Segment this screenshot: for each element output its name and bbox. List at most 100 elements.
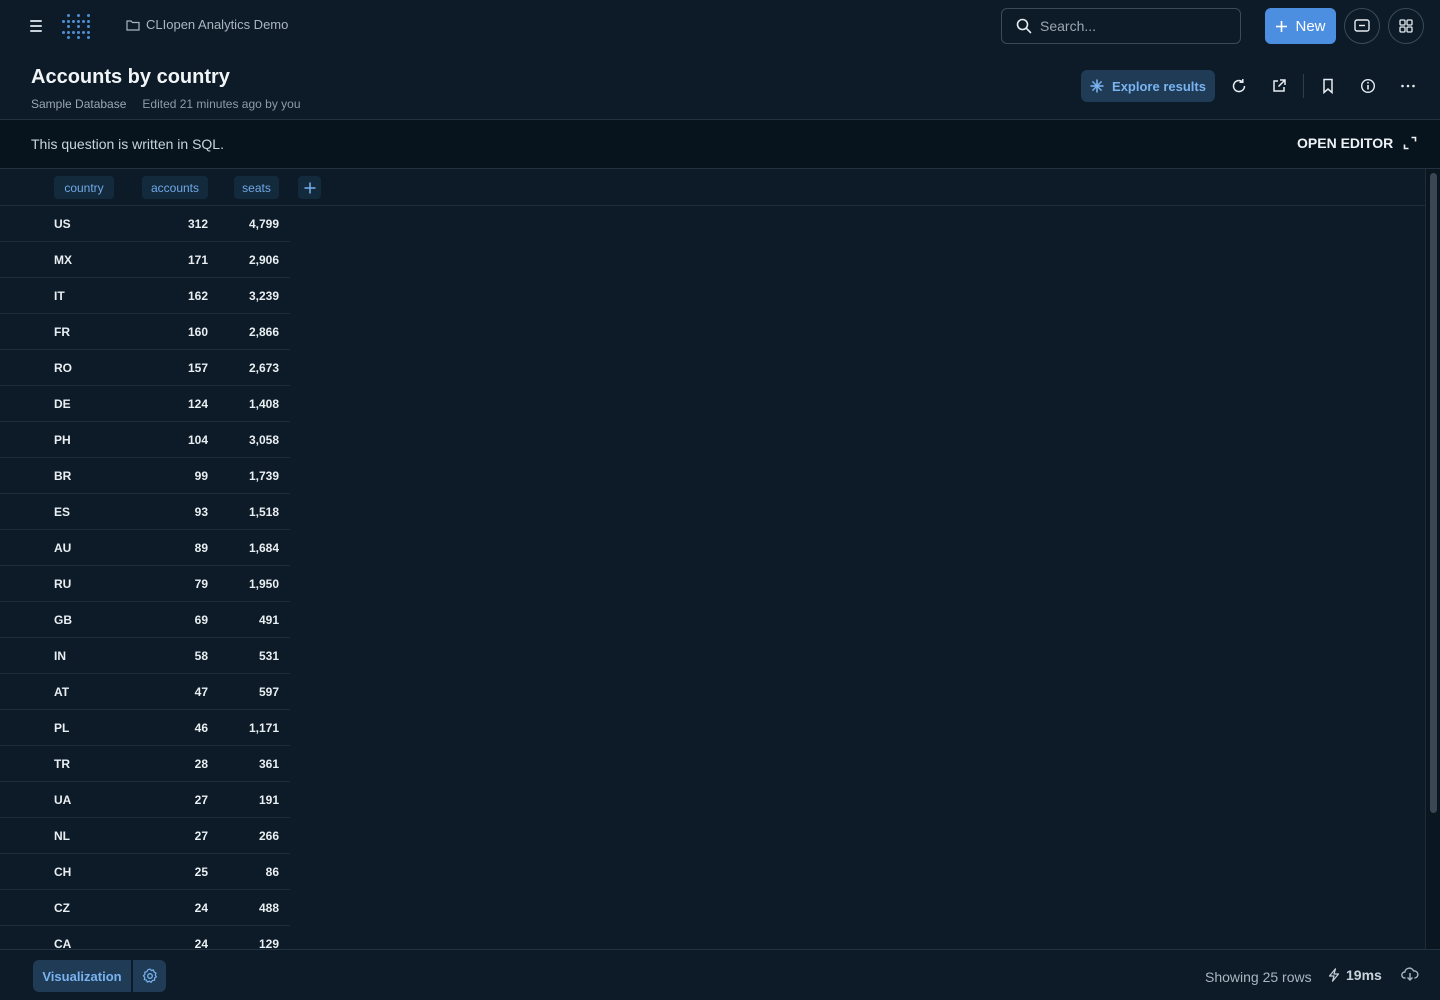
cell-country[interactable]: AT: [54, 685, 69, 699]
refresh-button[interactable]: [1229, 76, 1249, 96]
info-button[interactable]: [1358, 76, 1378, 96]
cell-seats[interactable]: 488: [259, 901, 279, 915]
cell-accounts[interactable]: 28: [195, 757, 208, 771]
cell-accounts[interactable]: 93: [195, 505, 208, 519]
cell-accounts[interactable]: 160: [188, 325, 208, 339]
cell-country[interactable]: CZ: [54, 901, 70, 915]
table-row: AU 89 1,684: [0, 530, 290, 566]
cell-country[interactable]: UA: [54, 793, 71, 807]
cell-seats[interactable]: 4,799: [249, 217, 279, 231]
visualization-button[interactable]: Visualization: [33, 960, 131, 992]
cell-accounts[interactable]: 79: [195, 577, 208, 591]
cell-country[interactable]: DE: [54, 397, 71, 411]
cell-seats[interactable]: 1,739: [249, 469, 279, 483]
download-button[interactable]: [1401, 966, 1419, 987]
cell-seats[interactable]: 2,906: [249, 253, 279, 267]
cell-country[interactable]: CA: [54, 937, 71, 949]
column-header-seats[interactable]: seats: [234, 176, 279, 199]
cell-accounts[interactable]: 162: [188, 289, 208, 303]
cell-accounts[interactable]: 46: [195, 721, 208, 735]
table-body: US 312 4,799 MX 171 2,906 IT 162 3,239 FR 160 2,866…: [0, 206, 290, 949]
share-button[interactable]: [1269, 76, 1289, 96]
cell-seats[interactable]: 2,673: [249, 361, 279, 375]
explore-results-button[interactable]: Explore results: [1081, 70, 1215, 102]
cell-accounts[interactable]: 25: [195, 865, 208, 879]
cell-accounts[interactable]: 157: [188, 361, 208, 375]
scrollbar-thumb[interactable]: [1430, 173, 1437, 813]
cell-country[interactable]: NL: [54, 829, 70, 843]
cell-accounts[interactable]: 69: [195, 613, 208, 627]
chat-button[interactable]: [1344, 8, 1380, 44]
cell-accounts[interactable]: 58: [195, 649, 208, 663]
cell-accounts[interactable]: 24: [195, 901, 208, 915]
cell-accounts[interactable]: 124: [188, 397, 208, 411]
sidebar-toggle-icon[interactable]: [30, 17, 48, 35]
collection-name: CLIopen Analytics Demo: [146, 17, 289, 32]
add-column-button[interactable]: [298, 176, 321, 199]
table-row: CH 25 86: [0, 854, 290, 890]
cell-accounts[interactable]: 99: [195, 469, 208, 483]
cell-country[interactable]: PH: [54, 433, 71, 447]
apps-button[interactable]: [1388, 8, 1424, 44]
cell-country[interactable]: ES: [54, 505, 70, 519]
row-count-text: Showing 25 rows: [1205, 969, 1312, 985]
cell-seats[interactable]: 531: [259, 649, 279, 663]
cell-country[interactable]: AU: [54, 541, 71, 555]
cell-country[interactable]: CH: [54, 865, 71, 879]
database-link[interactable]: Sample Database: [31, 97, 126, 111]
cell-accounts[interactable]: 27: [195, 829, 208, 843]
cell-seats[interactable]: 1,408: [249, 397, 279, 411]
more-options-button[interactable]: [1398, 76, 1418, 96]
info-icon: [1360, 78, 1376, 94]
cell-seats[interactable]: 1,171: [249, 721, 279, 735]
cell-seats[interactable]: 1,518: [249, 505, 279, 519]
cell-country[interactable]: BR: [54, 469, 71, 483]
cell-seats[interactable]: 2,866: [249, 325, 279, 339]
cell-seats[interactable]: 1,684: [249, 541, 279, 555]
cell-seats[interactable]: 361: [259, 757, 279, 771]
cell-country[interactable]: MX: [54, 253, 72, 267]
native-query-bar: This question is written in SQL. OPEN ED…: [0, 119, 1440, 169]
vertical-scrollbar[interactable]: [1425, 169, 1440, 949]
cell-accounts[interactable]: 47: [195, 685, 208, 699]
cell-seats[interactable]: 1,950: [249, 577, 279, 591]
cell-accounts[interactable]: 312: [188, 217, 208, 231]
table-row: CZ 24 488: [0, 890, 290, 926]
cell-country[interactable]: IT: [54, 289, 65, 303]
cell-country[interactable]: PL: [54, 721, 69, 735]
cell-accounts[interactable]: 89: [195, 541, 208, 555]
column-header-accounts[interactable]: accounts: [142, 176, 208, 199]
cell-seats[interactable]: 129: [259, 937, 279, 949]
search-box[interactable]: [1001, 8, 1241, 44]
cell-seats[interactable]: 597: [259, 685, 279, 699]
cell-country[interactable]: IN: [54, 649, 66, 663]
cell-country[interactable]: RO: [54, 361, 72, 375]
search-input[interactable]: [1040, 18, 1220, 34]
bookmark-button[interactable]: [1318, 76, 1338, 96]
cell-seats[interactable]: 491: [259, 613, 279, 627]
cell-accounts[interactable]: 27: [195, 793, 208, 807]
cell-accounts[interactable]: 171: [188, 253, 208, 267]
cell-country[interactable]: US: [54, 217, 71, 231]
open-editor-button[interactable]: OPEN EDITOR: [1297, 135, 1417, 151]
cell-seats[interactable]: 266: [259, 829, 279, 843]
column-header-country[interactable]: country: [54, 176, 114, 199]
cell-country[interactable]: TR: [54, 757, 70, 771]
breadcrumb-collection[interactable]: CLIopen Analytics Demo: [126, 17, 288, 32]
page-title[interactable]: Accounts by country: [31, 66, 301, 89]
table-row: CA 24 129: [0, 926, 290, 949]
cell-seats[interactable]: 3,239: [249, 289, 279, 303]
new-button[interactable]: New: [1265, 8, 1336, 44]
table-row: NL 27 266: [0, 818, 290, 854]
app-logo[interactable]: [60, 11, 90, 41]
cell-country[interactable]: RU: [54, 577, 71, 591]
cell-accounts[interactable]: 104: [188, 433, 208, 447]
cell-country[interactable]: FR: [54, 325, 70, 339]
open-editor-label: OPEN EDITOR: [1297, 135, 1394, 151]
visualization-settings-button[interactable]: [133, 960, 166, 992]
cell-accounts[interactable]: 24: [195, 937, 208, 949]
cell-seats[interactable]: 191: [259, 793, 279, 807]
cell-seats[interactable]: 86: [266, 865, 279, 879]
cell-country[interactable]: GB: [54, 613, 72, 627]
cell-seats[interactable]: 3,058: [249, 433, 279, 447]
